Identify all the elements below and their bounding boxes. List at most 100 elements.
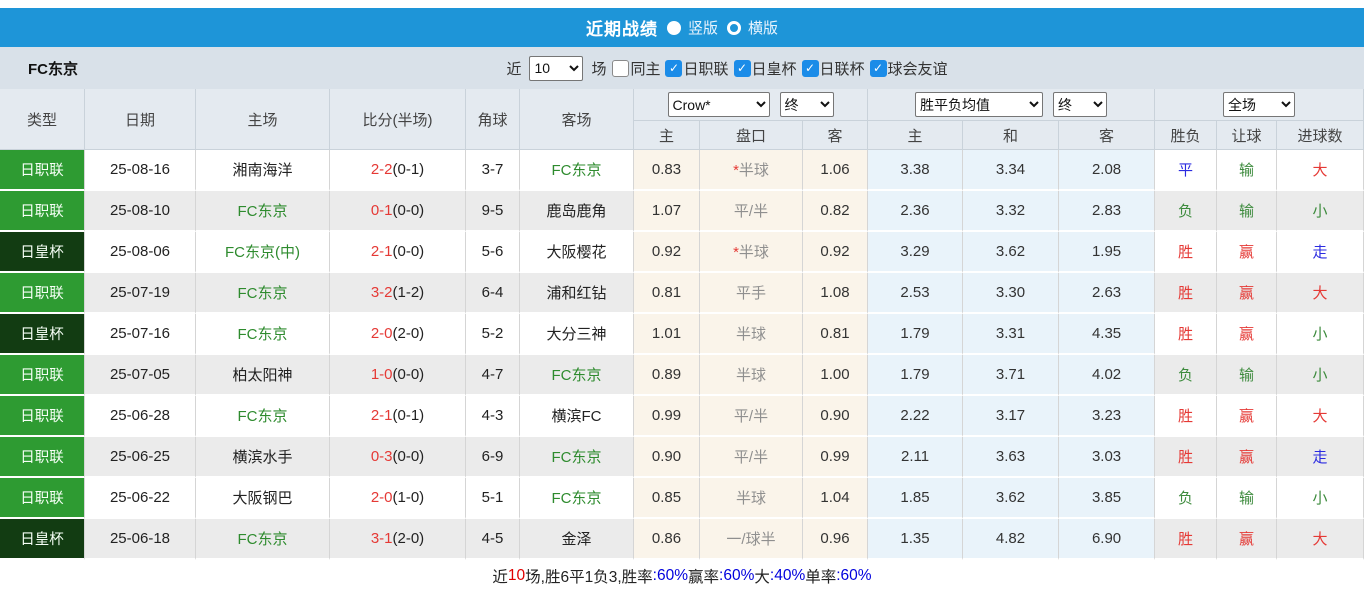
- match-score: 1-0(0-0): [330, 355, 466, 396]
- checkbox-label[interactable]: 同主: [630, 58, 660, 79]
- col-header-score: 比分(半场): [330, 89, 466, 150]
- result-scope-select[interactable]: 全场: [1223, 92, 1295, 117]
- radio-unselected-icon[interactable]: [727, 21, 741, 35]
- match-date: 25-06-18: [85, 519, 196, 560]
- asian-odds-provider-select[interactable]: Crow*: [668, 92, 770, 117]
- wdl-home-odds: 1.85: [868, 478, 963, 519]
- match-score: 3-1(2-0): [330, 519, 466, 560]
- corner-score: 6-4: [466, 273, 520, 314]
- corner-score: 4-7: [466, 355, 520, 396]
- competition-filter-同主[interactable]: ✓同主: [612, 58, 660, 79]
- games-label: 场: [591, 58, 606, 79]
- outcome-result: 胜: [1155, 232, 1217, 273]
- goals-result: 大: [1277, 150, 1364, 191]
- outcome-result: 胜: [1155, 437, 1217, 478]
- wdl-home-odds: 2.11: [868, 437, 963, 478]
- away-team: 浦和红钻: [520, 273, 634, 314]
- checkbox-label[interactable]: 日职联: [683, 58, 728, 79]
- table-row: 日皇杯25-07-16FC东京2-0(2-0)5-2大分三神1.01半球0.81…: [0, 314, 1364, 355]
- wdl-home-odds: 2.36: [868, 191, 963, 232]
- away-team: 金泽: [520, 519, 634, 560]
- table-row: 日职联25-08-16湘南海洋2-2(0-1)3-7FC东京0.83*半球1.0…: [0, 150, 1364, 191]
- col-header-corner: 角球: [466, 89, 520, 150]
- match-count-select[interactable]: 10: [529, 56, 583, 81]
- wdl-odds-provider-select[interactable]: 胜平负均值: [915, 92, 1043, 117]
- goals-result: 小: [1277, 314, 1364, 355]
- competition-filter-球会友谊[interactable]: ✓球会友谊: [870, 58, 948, 79]
- checkbox-icon[interactable]: ✓: [802, 60, 819, 77]
- asian-home-odds: 0.92: [634, 232, 700, 273]
- handicap-result: 赢: [1217, 314, 1277, 355]
- summary-segment: :60%: [653, 567, 688, 585]
- checkbox-label[interactable]: 球会友谊: [888, 58, 948, 79]
- asian-handicap-line: 半球: [700, 314, 803, 355]
- handicap-result: 赢: [1217, 437, 1277, 478]
- asian-odds-time-select[interactable]: 终: [780, 92, 834, 117]
- top-margin: [0, 0, 1364, 8]
- wdl-away-odds: 3.03: [1059, 437, 1155, 478]
- match-score: 2-1(0-1): [330, 396, 466, 437]
- match-date: 25-07-19: [85, 273, 196, 314]
- subheader-wdl-away: 客: [1059, 121, 1155, 150]
- match-type-badge: 日职联: [0, 396, 85, 437]
- asian-handicap-line: *半球: [700, 150, 803, 191]
- checkbox-icon[interactable]: ✓: [734, 60, 751, 77]
- summary-segment: 近: [492, 565, 508, 587]
- match-score: 2-0(2-0): [330, 314, 466, 355]
- match-type-badge: 日皇杯: [0, 314, 85, 355]
- col-header-type: 类型: [0, 89, 85, 150]
- col-header-away: 客场: [520, 89, 634, 150]
- home-team: FC东京: [196, 519, 330, 560]
- wdl-draw-odds: 3.63: [963, 437, 1059, 478]
- goals-result: 小: [1277, 355, 1364, 396]
- handicap-result: 输: [1217, 150, 1277, 191]
- wdl-odds-time-select[interactable]: 终: [1053, 92, 1107, 117]
- wdl-away-odds: 4.02: [1059, 355, 1155, 396]
- layout-radio-horizontal[interactable]: 横版: [727, 17, 778, 38]
- outcome-result: 负: [1155, 478, 1217, 519]
- checkbox-icon[interactable]: ✓: [612, 60, 629, 77]
- match-type-badge: 日皇杯: [0, 519, 85, 560]
- home-team: FC东京: [196, 191, 330, 232]
- outcome-result: 负: [1155, 191, 1217, 232]
- summary-segment: 胜率: [622, 565, 653, 587]
- outcome-result: 平: [1155, 150, 1217, 191]
- subheader-wdl-home: 主: [868, 121, 963, 150]
- col-header-home: 主场: [196, 89, 330, 150]
- checkbox-icon[interactable]: ✓: [665, 60, 682, 77]
- checkbox-icon[interactable]: ✓: [870, 60, 887, 77]
- radio-vertical-label[interactable]: 竖版: [688, 17, 718, 38]
- radio-selected-icon[interactable]: [667, 21, 681, 35]
- away-team: 鹿岛鹿角: [520, 191, 634, 232]
- radio-horizontal-label[interactable]: 横版: [748, 17, 778, 38]
- wdl-home-odds: 3.29: [868, 232, 963, 273]
- handicap-result: 赢: [1217, 273, 1277, 314]
- summary-segment: :60%: [719, 567, 754, 585]
- wdl-home-odds: 2.53: [868, 273, 963, 314]
- competition-filter-日职联[interactable]: ✓日职联: [665, 58, 728, 79]
- page-title: 近期战绩: [586, 15, 658, 40]
- away-team: FC东京: [520, 437, 634, 478]
- results-body: 日职联25-08-16湘南海洋2-2(0-1)3-7FC东京0.83*半球1.0…: [0, 150, 1364, 560]
- table-row: 日职联25-06-28FC东京2-1(0-1)4-3横滨FC0.99平/半0.9…: [0, 396, 1364, 437]
- competition-filter-日联杯[interactable]: ✓日联杯: [802, 58, 865, 79]
- asian-home-odds: 1.07: [634, 191, 700, 232]
- wdl-away-odds: 2.08: [1059, 150, 1155, 191]
- asian-away-odds: 1.06: [803, 150, 868, 191]
- summary-segment: 赢率: [688, 565, 719, 587]
- summary-segment: :60%: [836, 567, 871, 585]
- competition-filter-日皇杯[interactable]: ✓日皇杯: [734, 58, 797, 79]
- checkbox-label[interactable]: 日皇杯: [752, 58, 797, 79]
- checkbox-label[interactable]: 日联杯: [820, 58, 865, 79]
- away-team: FC东京: [520, 150, 634, 191]
- summary-segment: 大: [754, 565, 770, 587]
- outcome-result: 胜: [1155, 396, 1217, 437]
- table-row: 日职联25-08-10FC东京0-1(0-0)9-5鹿岛鹿角1.07平/半0.8…: [0, 191, 1364, 232]
- match-date: 25-06-25: [85, 437, 196, 478]
- wdl-draw-odds: 3.62: [963, 232, 1059, 273]
- layout-radio-vertical[interactable]: 竖版: [667, 17, 718, 38]
- topbar: 近期战绩 竖版 横版: [0, 8, 1364, 47]
- asian-handicap-line: *半球: [700, 232, 803, 273]
- asian-away-odds: 0.92: [803, 232, 868, 273]
- asian-home-odds: 0.99: [634, 396, 700, 437]
